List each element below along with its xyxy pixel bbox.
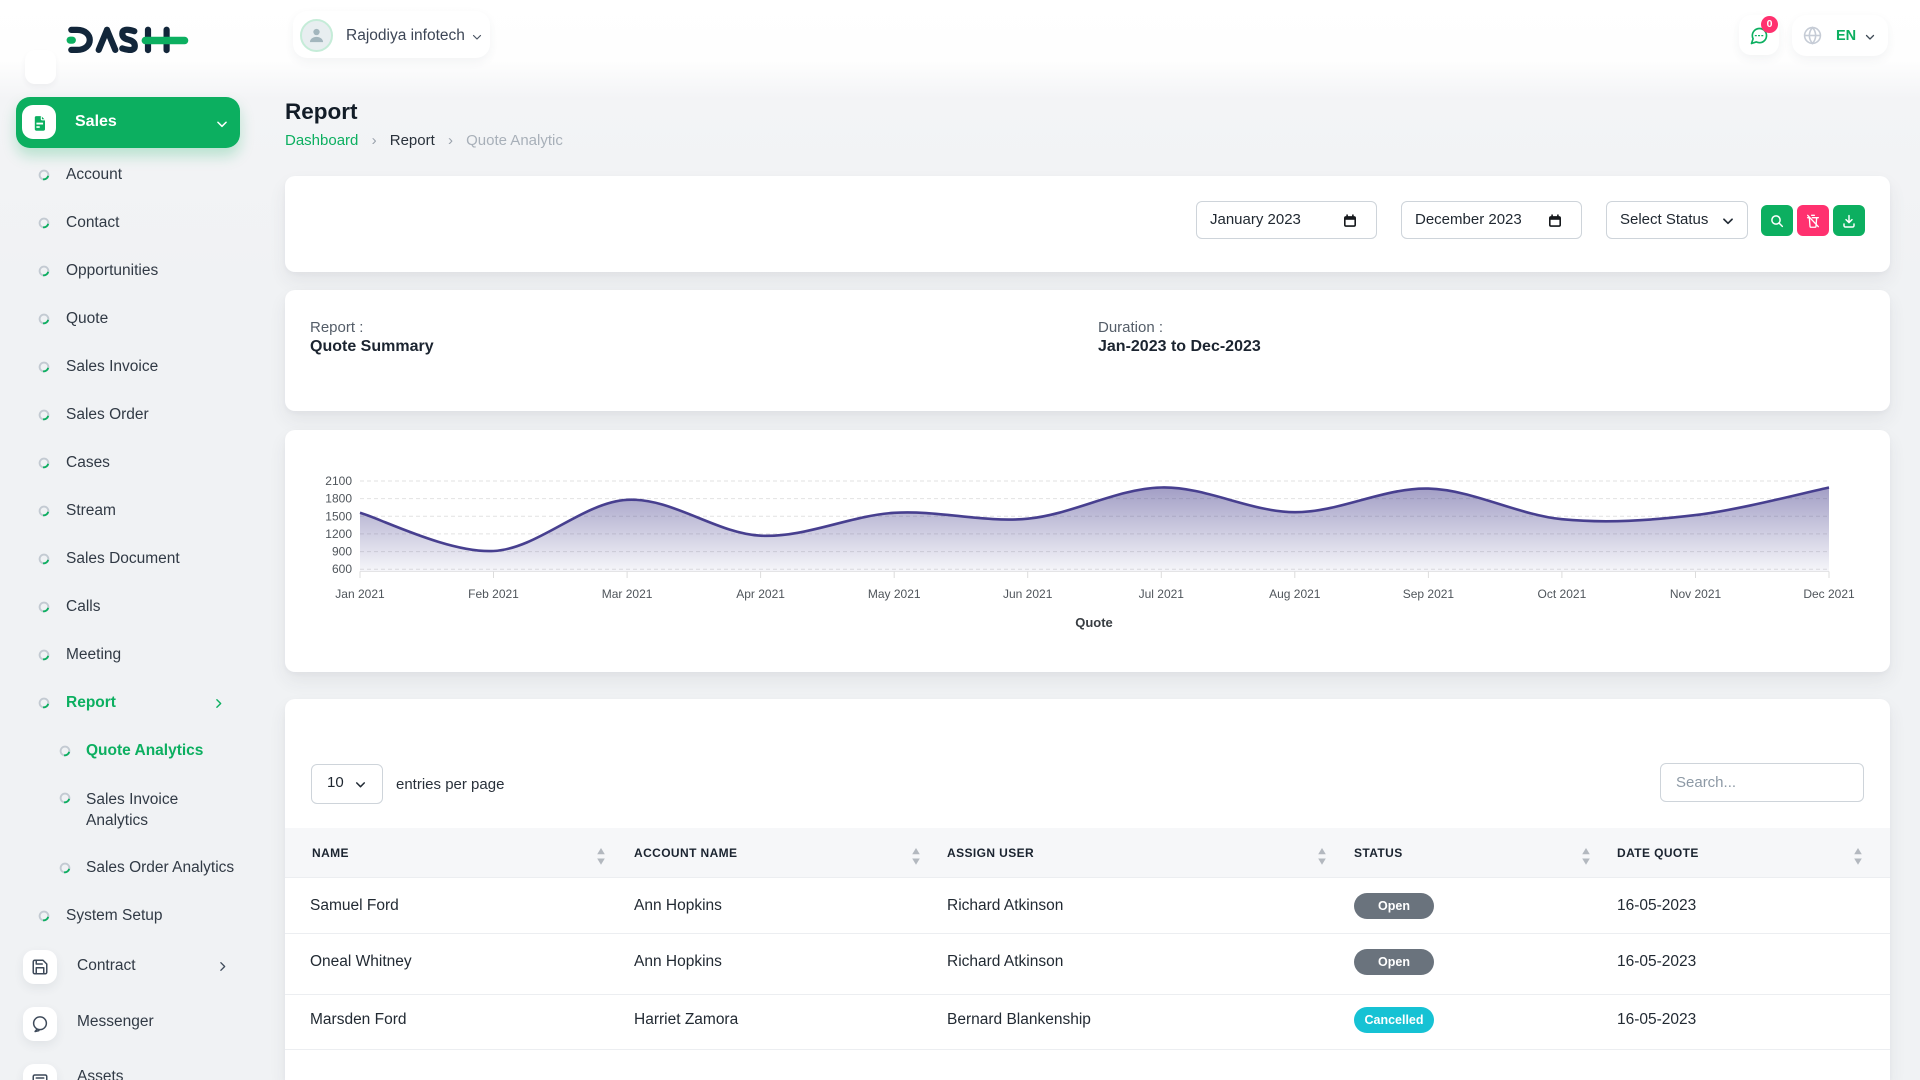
svg-text:Jan 2021: Jan 2021 [335,587,385,601]
svg-text:900: 900 [332,545,352,559]
svg-text:Apr 2021: Apr 2021 [736,587,785,601]
svg-text:Mar 2021: Mar 2021 [602,587,653,601]
svg-text:1200: 1200 [325,527,352,541]
svg-text:Feb 2021: Feb 2021 [468,587,519,601]
svg-text:1800: 1800 [325,492,352,506]
svg-text:May 2021: May 2021 [868,587,921,601]
svg-text:Aug 2021: Aug 2021 [1269,587,1321,601]
svg-text:Jun 2021: Jun 2021 [1003,587,1053,601]
svg-text:Quote: Quote [1075,615,1113,630]
svg-text:2100: 2100 [325,474,352,488]
svg-text:Jul 2021: Jul 2021 [1139,587,1185,601]
svg-text:Sep 2021: Sep 2021 [1403,587,1455,601]
svg-text:600: 600 [332,562,352,576]
svg-text:Oct 2021: Oct 2021 [1538,587,1587,601]
svg-text:1500: 1500 [325,509,352,523]
svg-text:Dec 2021: Dec 2021 [1803,587,1855,601]
svg-text:Nov 2021: Nov 2021 [1670,587,1722,601]
